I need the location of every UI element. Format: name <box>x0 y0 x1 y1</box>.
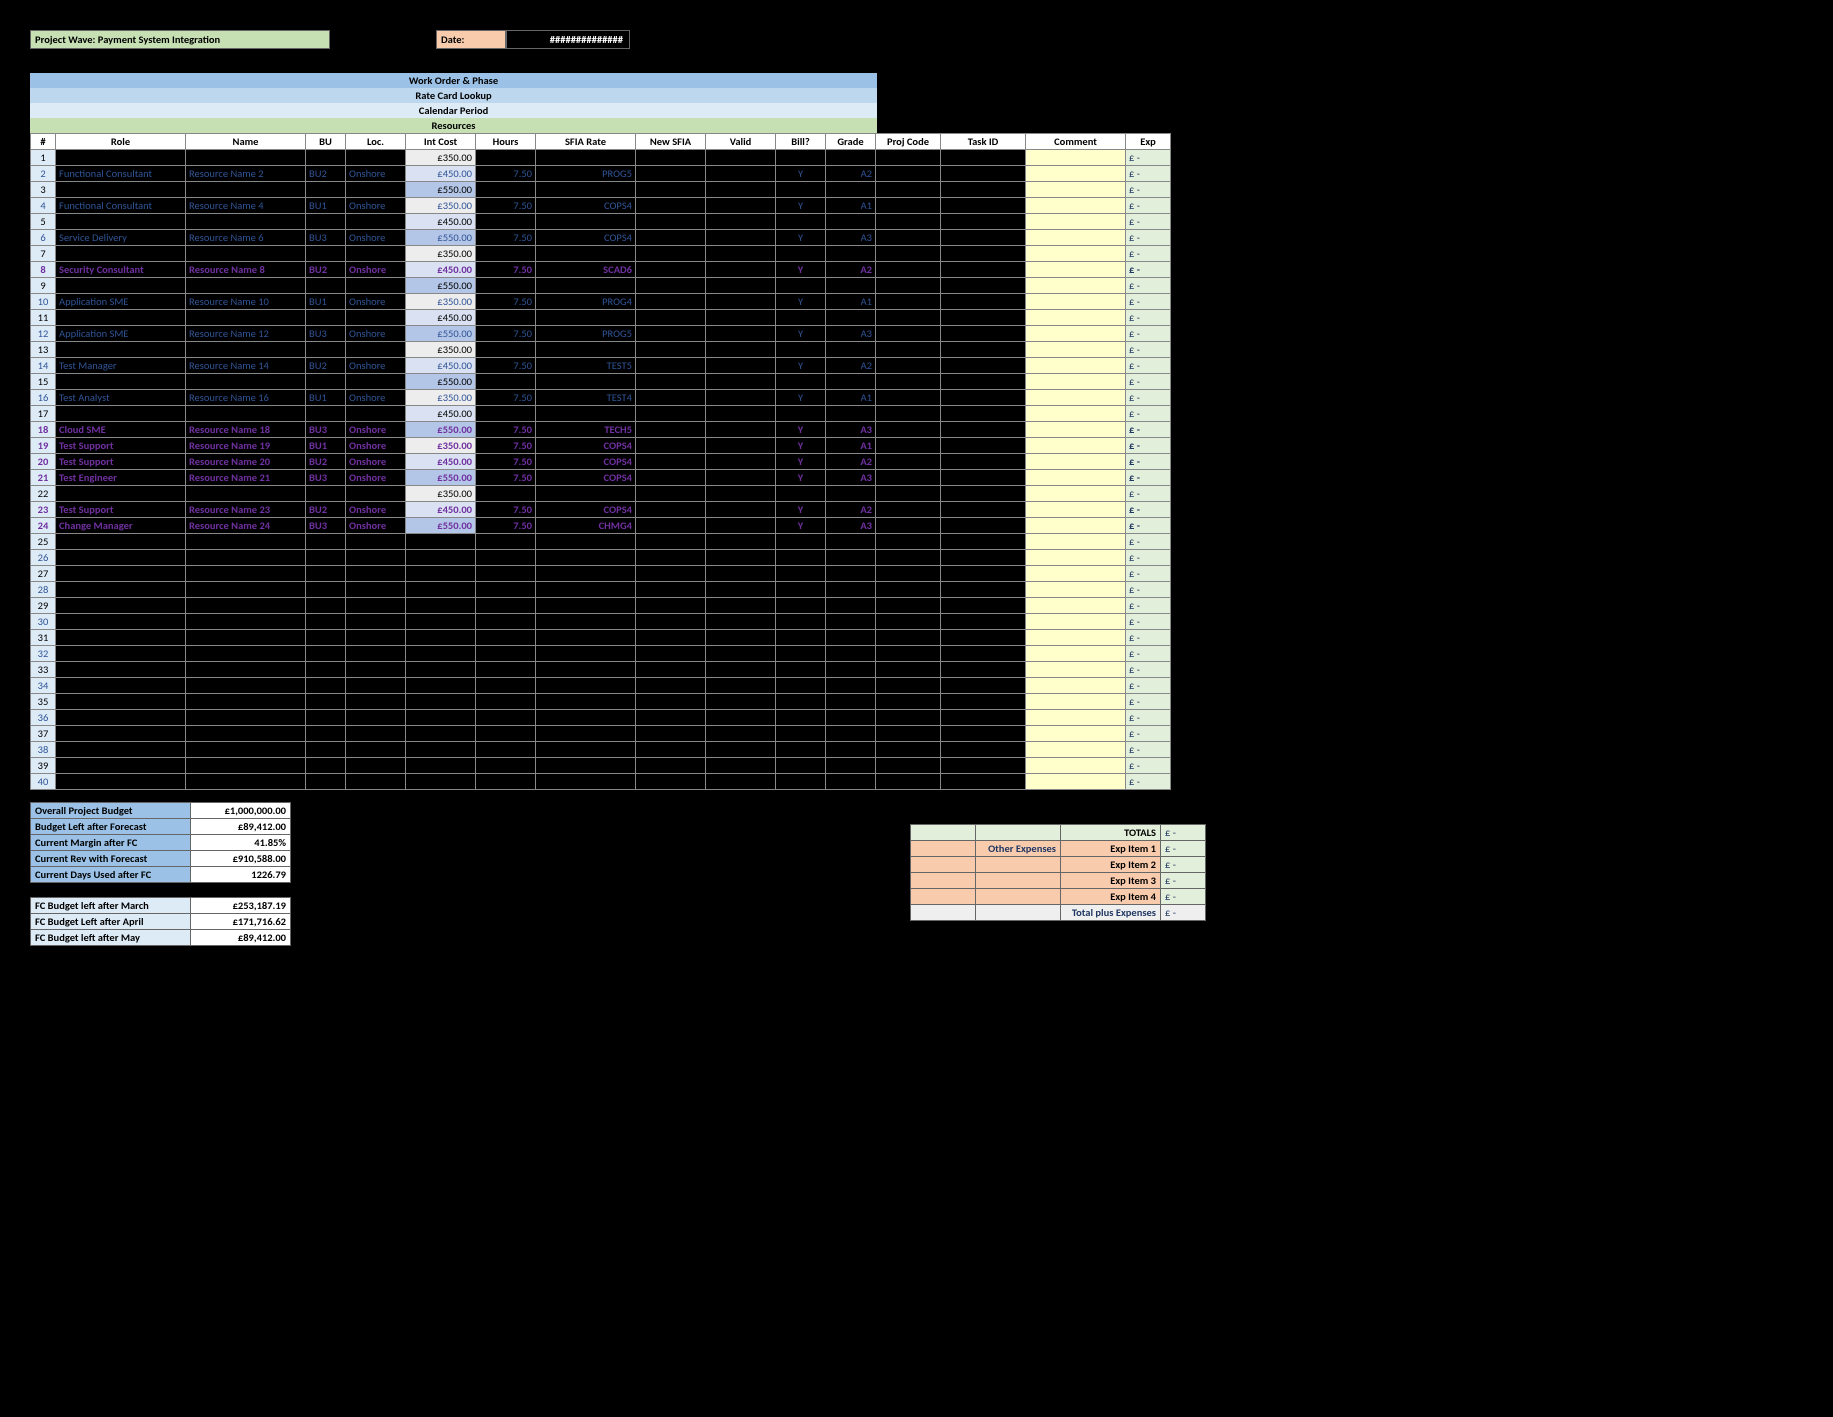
date-label: Date: <box>436 30 506 49</box>
table-row[interactable]: 20Test SupportResource Name 20BU2Onshore… <box>31 454 1171 470</box>
table-row[interactable]: 24Change ManagerResource Name 24BU3Onsho… <box>31 518 1171 534</box>
resource-table[interactable]: #RoleName BULoc.Int Cost HoursSFIA RateN… <box>30 133 1171 790</box>
table-row[interactable]: 26£0.00£ - <box>31 550 1171 566</box>
table-row[interactable]: 1Engagement ManagerResource Name 1BU1Ons… <box>31 150 1171 166</box>
table-row[interactable]: 40£0.00£ - <box>31 774 1171 790</box>
table-row[interactable]: 16Test AnalystResource Name 16BU1Onshore… <box>31 390 1171 406</box>
table-row[interactable]: 3Functional ConsultantResource Name 3BU3… <box>31 182 1171 198</box>
table-row[interactable]: 8Security ConsultantResource Name 8BU2On… <box>31 262 1171 278</box>
table-row[interactable]: 12Application SMEResource Name 12BU3Onsh… <box>31 326 1171 342</box>
table-row[interactable]: 4Functional ConsultantResource Name 4BU1… <box>31 198 1171 214</box>
header-row: #RoleName BULoc.Int Cost HoursSFIA RateN… <box>31 134 1171 150</box>
table-row[interactable]: 25£0.00£ - <box>31 534 1171 550</box>
band-workorder: Work Order & Phase <box>30 73 877 88</box>
table-row[interactable]: 10Application SMEResource Name 10BU1Onsh… <box>31 294 1171 310</box>
band-calendar: Calendar Period <box>30 103 877 118</box>
table-row[interactable]: 34£0.00£ - <box>31 678 1171 694</box>
table-row[interactable]: 27£0.00£ - <box>31 566 1171 582</box>
table-row[interactable]: 31£0.00£ - <box>31 630 1171 646</box>
table-row[interactable]: 21Test EngineerResource Name 21BU3Onshor… <box>31 470 1171 486</box>
table-row[interactable]: 39£0.00£ - <box>31 758 1171 774</box>
table-row[interactable]: 9Test AnalystResource Name 9BU3Onshore£5… <box>31 278 1171 294</box>
title-row: Project Wave: Payment System Integration… <box>30 30 1190 49</box>
table-row[interactable]: 22Test SupportResource Name 22BU1Onshore… <box>31 486 1171 502</box>
table-row[interactable]: 32£0.00£ - <box>31 646 1171 662</box>
table-row[interactable]: 29£0.00£ - <box>31 598 1171 614</box>
table-row[interactable]: 17Delivery ArchitectResource Name 17BU2O… <box>31 406 1171 422</box>
budget-summary: Overall Project Budget£1,000,000.00Budge… <box>30 802 291 883</box>
band-ratecard: Rate Card Lookup <box>30 88 877 103</box>
table-row[interactable]: 14Test ManagerResource Name 14BU2Onshore… <box>31 358 1171 374</box>
table-row[interactable]: 36£0.00£ - <box>31 710 1171 726</box>
table-row[interactable]: 30£0.00£ - <box>31 614 1171 630</box>
project-title: Project Wave: Payment System Integration <box>30 30 330 49</box>
band-resources: Resources <box>30 118 877 133</box>
table-row[interactable]: 35£0.00£ - <box>31 694 1171 710</box>
table-row[interactable]: 15Security ConsultantResource Name 15BU3… <box>31 374 1171 390</box>
totals-block: TOTALS£ -Other ExpensesExp Item 1£ -Exp … <box>910 824 1206 921</box>
fc-summary: FC Budget left after March£253,187.19FC … <box>30 897 291 946</box>
table-row[interactable]: 18Cloud SMEResource Name 18BU3Onshore£55… <box>31 422 1171 438</box>
table-row[interactable]: 5Test AnalystResource Name 5BU2Onshore£4… <box>31 214 1171 230</box>
date-value: ############## <box>506 30 630 49</box>
table-row[interactable]: 19Test SupportResource Name 19BU1Onshore… <box>31 438 1171 454</box>
spreadsheet: Project Wave: Payment System Integration… <box>30 30 1190 946</box>
table-row[interactable]: 7Application SMEResource Name 7BU1Onshor… <box>31 246 1171 262</box>
table-row[interactable]: 33£0.00£ - <box>31 662 1171 678</box>
band-strip: Work Order & Phase Rate Card Lookup Cale… <box>30 73 1190 133</box>
table-row[interactable]: 2Functional ConsultantResource Name 2BU2… <box>31 166 1171 182</box>
table-row[interactable]: 13Application SMEResource Name 13BU1Onsh… <box>31 342 1171 358</box>
table-row[interactable]: 6Service DeliveryResource Name 6BU3Onsho… <box>31 230 1171 246</box>
table-row[interactable]: 23Test SupportResource Name 23BU2Onshore… <box>31 502 1171 518</box>
table-row[interactable]: 37£0.00£ - <box>31 726 1171 742</box>
table-row[interactable]: 28£0.00£ - <box>31 582 1171 598</box>
table-row[interactable]: 11Application SMEResource Name 11BU2Onsh… <box>31 310 1171 326</box>
table-row[interactable]: 38£0.00£ - <box>31 742 1171 758</box>
